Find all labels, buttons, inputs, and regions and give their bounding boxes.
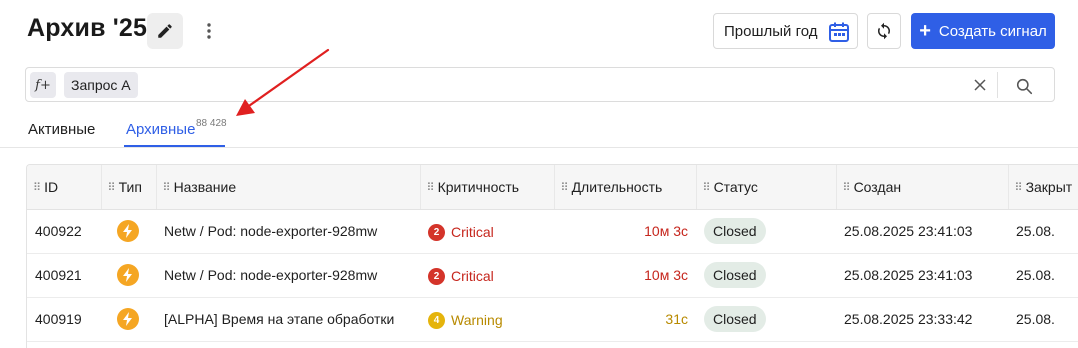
drag-handle-icon[interactable]: ⠿	[33, 181, 41, 194]
search-icon[interactable]	[1014, 76, 1034, 96]
table-header-row: ⠿ ID ⠿ Тип ⠿ Название ⠿ Критичность ⠿ Длитель…	[27, 165, 1078, 210]
edit-title-button[interactable]	[147, 13, 183, 49]
period-selector[interactable]: Прошлый год	[713, 13, 858, 49]
page-title: Архив '25	[27, 14, 148, 42]
query-divider	[997, 72, 998, 98]
cell-closed: 25.08.	[1008, 297, 1078, 342]
drag-handle-icon[interactable]: ⠿	[703, 181, 711, 194]
tab-active-indicator	[124, 145, 225, 147]
create-signal-button[interactable]: + Создать сигнал	[911, 13, 1055, 49]
lightning-icon	[117, 220, 139, 242]
drag-handle-icon[interactable]: ⠿	[163, 181, 171, 194]
more-options-button[interactable]	[198, 13, 220, 49]
refresh-icon	[878, 22, 890, 40]
tab-active-alerts[interactable]: Активные	[28, 121, 95, 138]
pencil-icon	[158, 24, 172, 38]
cell-duration: 10м 3с	[554, 253, 696, 298]
column-header-name[interactable]: ⠿ Название	[156, 165, 421, 210]
cell-closed: 25.08.	[1008, 253, 1078, 298]
drag-handle-icon[interactable]: ⠿	[1015, 181, 1023, 194]
status-badge: Closed	[704, 262, 766, 288]
lightning-icon	[117, 264, 139, 286]
table-row[interactable]: 400922 Netw / Pod: node-exporter-928mw 2…	[27, 209, 1078, 254]
cell-id: 400922	[27, 209, 101, 254]
cell-closed: 25.08.	[1008, 209, 1078, 254]
severity-badge: 2 Critical	[428, 223, 494, 241]
cell-name: Netw / Pod: node-exporter-928mw	[156, 209, 420, 254]
alerts-table: ⠿ ID ⠿ Тип ⠿ Название ⠿ Критичность ⠿ Длитель…	[26, 164, 1078, 348]
column-header-duration[interactable]: ⠿ Длительность	[554, 165, 697, 210]
cell-name: [ALPHA] Время на этапе обработки	[156, 297, 420, 342]
cell-duration: 10м 3с	[554, 209, 696, 254]
cell-created: 25.08.2025 23:41:03	[836, 253, 1008, 298]
tab-archived-alerts[interactable]: Архивные	[126, 121, 195, 138]
close-icon[interactable]	[971, 76, 989, 94]
more-vertical-icon	[207, 23, 211, 39]
severity-badge: 2 Critical	[428, 267, 494, 285]
tabs-bar: Активные Архивные 88 428	[0, 108, 1078, 148]
column-header-closed[interactable]: ⠿ Закрыт	[1008, 165, 1078, 210]
column-header-status[interactable]: ⠿ Статус	[696, 165, 837, 210]
table-row[interactable]: 400921 Netw / Pod: node-exporter-928mw 2…	[27, 253, 1078, 298]
drag-handle-icon[interactable]: ⠿	[427, 181, 435, 194]
column-header-type[interactable]: ⠿ Тип	[101, 165, 157, 210]
cell-name: Netw / Pod: node-exporter-928mw	[156, 253, 420, 298]
drag-handle-icon[interactable]: ⠿	[843, 181, 851, 194]
column-header-severity[interactable]: ⠿ Критичность	[420, 165, 555, 210]
create-signal-label: Создать сигнал	[938, 22, 1047, 40]
period-label: Прошлый год	[724, 22, 818, 40]
lightning-icon	[117, 308, 139, 330]
cell-id: 400921	[27, 253, 101, 298]
table-row[interactable]: 400919 [ALPHA] Время на этапе обработки …	[27, 297, 1078, 342]
column-header-id[interactable]: ⠿ ID	[27, 165, 102, 210]
tab-count-badge: 88 428	[196, 118, 227, 129]
query-bar[interactable]: f+ Запрос A	[25, 67, 1055, 102]
formula-button[interactable]: f+	[30, 72, 56, 98]
query-chip[interactable]: Запрос A	[64, 72, 138, 98]
status-badge: Closed	[704, 218, 766, 244]
severity-badge: 4 Warning	[428, 311, 503, 329]
page-header: Архив '25 Прошлый год + Создать сигнал	[0, 0, 1078, 62]
drag-handle-icon[interactable]: ⠿	[108, 181, 116, 194]
cell-duration: 31с	[554, 297, 696, 342]
cell-created: 25.08.2025 23:33:42	[836, 297, 1008, 342]
cell-created: 25.08.2025 23:41:03	[836, 209, 1008, 254]
plus-icon: +	[919, 20, 931, 42]
cell-id: 400919	[27, 297, 101, 342]
calendar-icon	[829, 22, 849, 42]
refresh-button[interactable]	[867, 13, 901, 49]
status-badge: Closed	[704, 306, 766, 332]
column-header-created[interactable]: ⠿ Создан	[836, 165, 1009, 210]
drag-handle-icon[interactable]: ⠿	[561, 181, 569, 194]
